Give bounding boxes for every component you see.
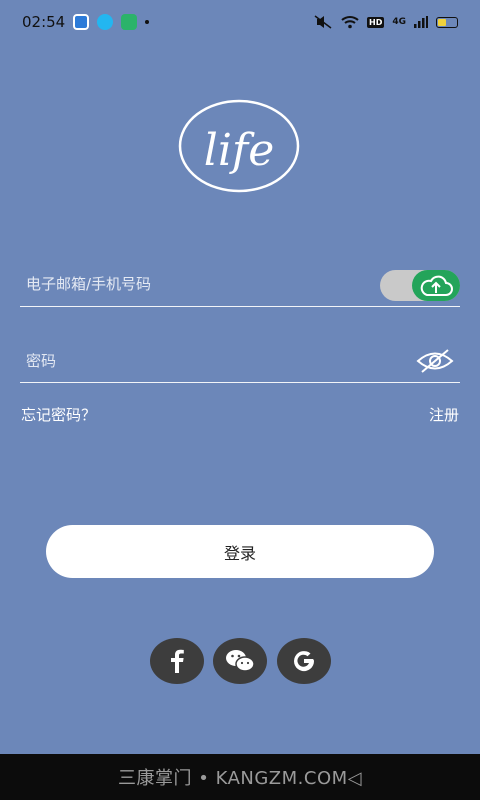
status-time: 02:54 [22,13,66,31]
signal-icon [414,16,428,28]
facebook-icon [171,649,184,673]
password-input[interactable] [20,340,366,382]
login-button[interactable]: 登录 [46,525,434,578]
password-field-container [20,340,460,383]
green-app-notification-icon [121,14,138,30]
email-input[interactable] [20,262,366,306]
more-notifications-dot-icon [145,20,150,24]
logo-text: life [204,125,274,176]
wechat-login-button[interactable] [213,638,267,684]
cloud-upload-knob [412,270,460,301]
status-right: HD 4G [313,14,458,30]
email-field-container [20,262,460,307]
network-label: 4G [392,17,406,27]
facebook-login-button[interactable] [150,638,204,684]
qq-notification-icon [97,14,114,30]
mute-icon [314,15,332,29]
register-link[interactable]: 注册 [429,404,459,425]
status-bar: 02:54 HD 4G [0,0,480,44]
eye-slash-icon[interactable] [416,348,454,374]
forgot-password-link[interactable]: 忘记密码？ [21,404,96,425]
life-logo: life [178,99,300,193]
hd-icon: HD [367,16,385,28]
wechat-icon [226,650,255,672]
battery-icon [436,16,458,28]
google-icon [294,651,315,672]
wifi-icon [341,16,359,29]
navigation-bar: 三康掌门 • KANGZM.COM◁ [0,754,480,800]
google-login-button[interactable] [277,638,331,684]
app-notification-icon [73,14,90,30]
cloud-upload-icon [420,275,453,296]
status-left: 02:54 [22,13,150,31]
watermark-text: 三康掌门 • KANGZM.COM◁ [118,768,362,789]
cloud-upload-toggle[interactable] [380,270,460,301]
